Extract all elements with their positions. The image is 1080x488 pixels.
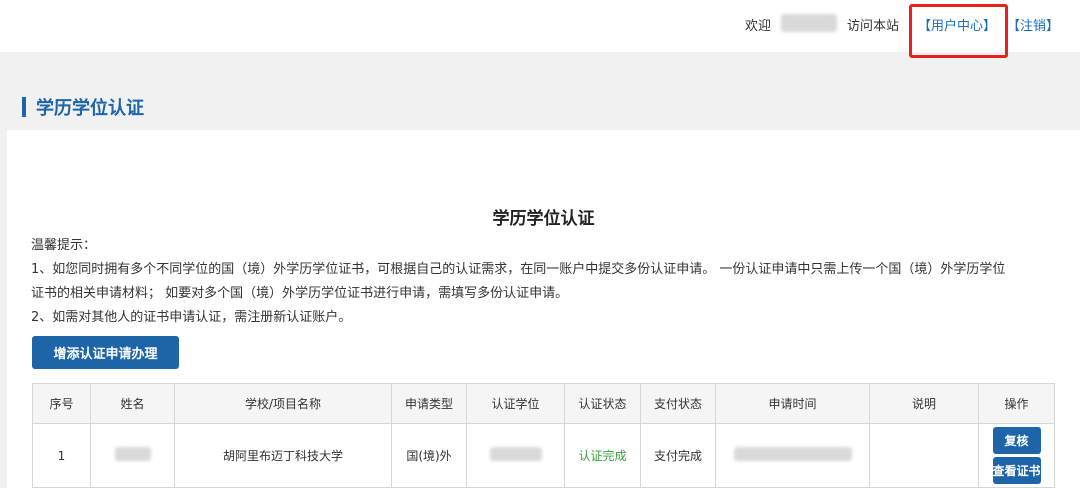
section-title: 学历学位认证 <box>36 98 144 119</box>
cell-actions: 复核 查看证书 <box>978 423 1055 488</box>
col-school: 学校/项目名称 <box>174 383 392 424</box>
tip-heading: 温馨提示： <box>31 238 97 253</box>
tip-line-3: 2、如需对其他人的证书申请认证，需注册新认证账户。 <box>31 310 352 325</box>
cell-type: 国(境)外 <box>391 423 467 488</box>
cell-note <box>869 423 979 488</box>
cell-school: 胡阿里布迈丁科技大学 <box>174 423 392 488</box>
welcome-text: 欢迎 <box>745 19 772 34</box>
logout-link[interactable]: 【注销】 <box>1007 15 1059 34</box>
cell-index: 1 <box>32 423 91 488</box>
recheck-button[interactable]: 复核 <box>992 427 1041 454</box>
cell-name <box>90 423 175 488</box>
top-bar: 欢迎 访问本站 【用户中心】 【注销】 <box>0 0 1080 58</box>
degree-redacted <box>489 447 542 461</box>
col-actions: 操作 <box>978 383 1055 424</box>
cell-status: 认证完成 <box>564 423 641 488</box>
tip-line-1: 1、如您同时拥有多个不同学位的国（境）外学历学位证书，可根据自己的认证需求，在同… <box>31 262 1006 277</box>
highlight-box <box>909 4 1008 58</box>
section-header: 学历学位认证 <box>22 96 144 119</box>
tip-line-2: 证书的相关申请材料； 如要对多个国（境）外学历学位证书进行申请，需填写多份认证申… <box>31 286 569 301</box>
col-index: 序号 <box>32 383 91 424</box>
cell-time <box>715 423 870 488</box>
col-payment: 支付状态 <box>640 383 716 424</box>
section-accent-bar <box>22 97 26 117</box>
view-certificate-button[interactable]: 查看证书 <box>992 457 1041 484</box>
cell-payment: 支付完成 <box>640 423 716 488</box>
time-redacted <box>733 447 852 461</box>
col-time: 申请时间 <box>715 383 870 424</box>
name-redacted <box>114 447 151 461</box>
add-application-button[interactable]: 增添认证申请办理 <box>32 336 179 369</box>
username-redacted <box>781 14 837 32</box>
main-panel: 学历学位认证 温馨提示： 1、如您同时拥有多个不同学位的国（境）外学历学位证书，… <box>7 130 1080 488</box>
visit-text: 访问本站 <box>847 19 900 34</box>
col-status: 认证状态 <box>564 383 641 424</box>
page-title: 学历学位认证 <box>492 209 595 229</box>
table-header-row: 序号 姓名 学校/项目名称 申请类型 认证学位 认证状态 支付状态 申请时间 说… <box>32 383 1055 424</box>
col-note: 说明 <box>869 383 979 424</box>
col-name: 姓名 <box>90 383 175 424</box>
col-degree: 认证学位 <box>466 383 565 424</box>
table-row: 1 胡阿里布迈丁科技大学 国(境)外 认证完成 支付完成 复核 查看证书 <box>32 423 1055 488</box>
cell-degree <box>466 423 565 488</box>
application-table: 序号 姓名 学校/项目名称 申请类型 认证学位 认证状态 支付状态 申请时间 说… <box>32 383 1055 488</box>
col-type: 申请类型 <box>391 383 467 424</box>
